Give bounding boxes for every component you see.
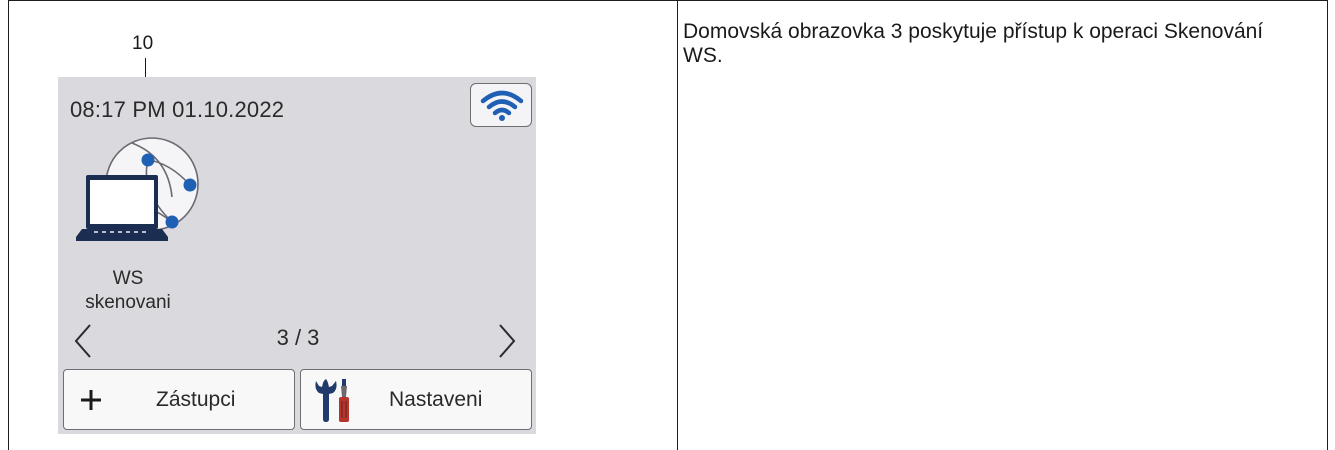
ws-scan-label-line1: WS bbox=[112, 268, 144, 289]
callout-number: 10 bbox=[132, 33, 154, 54]
table-border-top bbox=[8, 0, 1328, 1]
table-border-left bbox=[8, 0, 9, 450]
lcd-home-screen: 08:17 PM 01.10.2022 WS skenovani 3 / 3 Z… bbox=[58, 77, 536, 434]
shortcuts-label: Zástupci bbox=[156, 388, 236, 411]
page-indicator: 3 / 3 bbox=[276, 325, 320, 350]
table-border-middle bbox=[677, 0, 678, 450]
shortcuts-button[interactable]: Zástupci bbox=[63, 369, 295, 430]
chevron-left-icon bbox=[74, 324, 91, 358]
ws-scan-icon bbox=[76, 137, 199, 241]
table-border-right bbox=[1327, 0, 1328, 450]
previous-page-button[interactable] bbox=[70, 321, 96, 366]
plus-icon bbox=[81, 390, 101, 410]
settings-button[interactable]: Nastaveni bbox=[300, 369, 532, 430]
wifi-icon bbox=[480, 90, 524, 121]
datetime: 08:17 PM 01.10.2022 bbox=[70, 97, 285, 122]
wifi-button[interactable] bbox=[470, 83, 532, 127]
next-page-button[interactable] bbox=[494, 321, 520, 366]
chevron-right-icon bbox=[499, 324, 516, 358]
ws-scan-button[interactable] bbox=[72, 127, 202, 258]
settings-label: Nastaveni bbox=[389, 388, 483, 411]
ws-scan-label: WS skenovani bbox=[70, 267, 186, 315]
tools-icon bbox=[315, 379, 349, 422]
ws-scan-label-line2: skenovani bbox=[85, 292, 171, 313]
description-text: Domovská obrazovka 3 poskytuje přístup k… bbox=[683, 20, 1264, 67]
